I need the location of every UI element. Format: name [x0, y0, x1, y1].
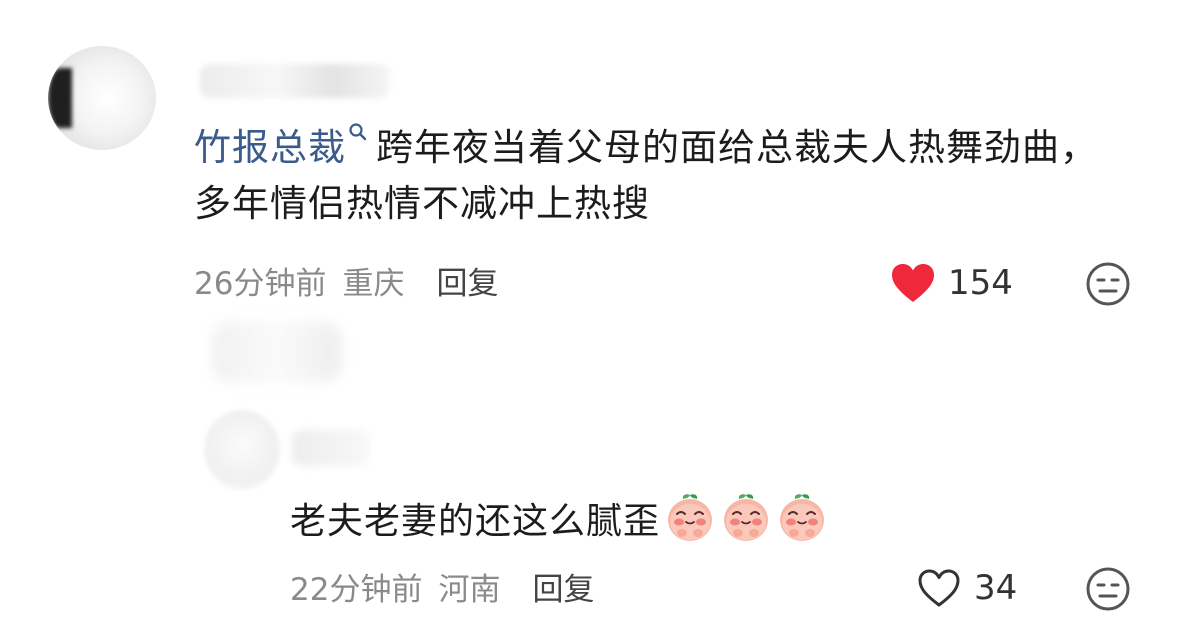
reply-text: 老夫老妻的还这么腻歪 [290, 488, 828, 548]
blurred-region [212, 322, 342, 382]
avatar[interactable] [204, 410, 280, 490]
mention-link[interactable]: 竹报总裁 [194, 126, 346, 169]
heart-outline-icon [916, 567, 962, 609]
username-blurred[interactable] [292, 430, 370, 466]
peach-shy-emoji [776, 492, 828, 544]
like-count: 154 [948, 263, 1013, 303]
search-icon[interactable] [348, 122, 368, 142]
emoji-group [664, 492, 828, 544]
location: 河南 [438, 571, 501, 608]
like-button[interactable]: 154 [890, 262, 1013, 304]
neutral-face-icon[interactable] [1085, 261, 1131, 307]
reply-meta: 22分钟前 河南 回复 [290, 564, 594, 609]
peach-shy-emoji [664, 492, 716, 544]
timestamp: 22分钟前 [290, 571, 423, 608]
neutral-face-icon[interactable] [1085, 566, 1131, 612]
timestamp: 26分钟前 [194, 265, 327, 302]
comment-meta: 26分钟前 重庆 回复 [194, 258, 498, 303]
location: 重庆 [342, 265, 405, 302]
avatar[interactable] [48, 46, 156, 150]
avatar-shading [48, 68, 72, 128]
comment-text: 竹报总裁 跨年夜当着父母的面给总裁夫人热舞劲曲，多年情侣热情不减冲上热搜 [194, 120, 1124, 232]
like-count: 34 [974, 568, 1018, 608]
reply-body: 老夫老妻的还这么腻歪 [290, 501, 661, 542]
reply-button[interactable]: 回复 [532, 564, 594, 609]
peach-shy-emoji [720, 492, 772, 544]
like-button[interactable]: 34 [916, 567, 1017, 609]
username-blurred[interactable] [200, 64, 390, 98]
heart-filled-icon [890, 262, 936, 304]
reply-button[interactable]: 回复 [436, 258, 498, 303]
